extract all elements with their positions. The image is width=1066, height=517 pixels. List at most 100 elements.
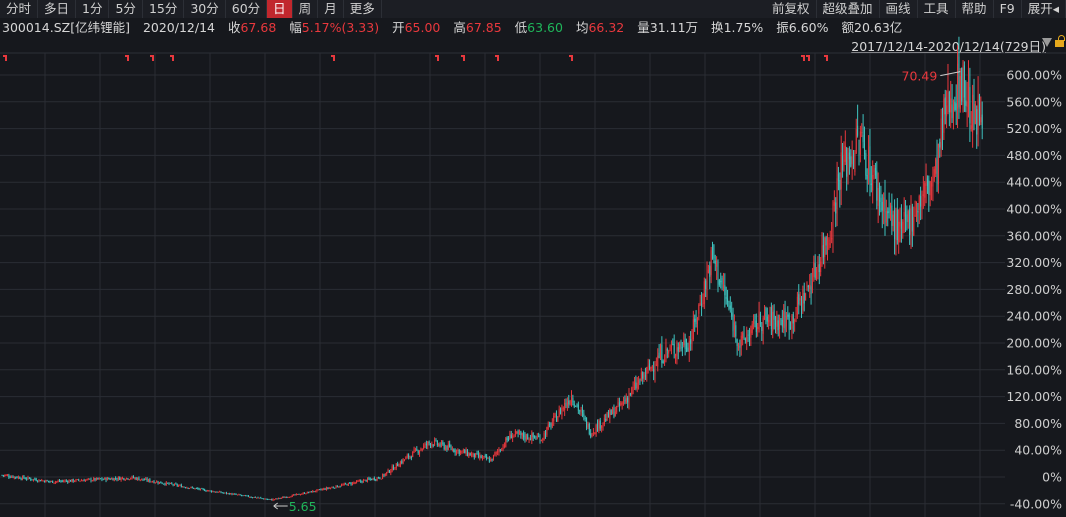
candle-body (320, 489, 322, 491)
candle-body (694, 318, 696, 322)
candle-body (399, 461, 401, 467)
candle-body (323, 488, 325, 490)
candle-body (973, 93, 975, 122)
candle-body (275, 498, 277, 500)
candle-body (881, 201, 883, 211)
candle-body (868, 149, 870, 175)
candle-body (764, 311, 766, 320)
candle-body (120, 477, 122, 481)
event-marker-icon (435, 55, 439, 61)
candle-body (78, 479, 80, 481)
candle-body (476, 453, 478, 455)
candle-body (831, 238, 833, 240)
candle-body (635, 382, 637, 389)
candle-body (187, 487, 189, 489)
candle-body (369, 478, 371, 480)
candle-body (41, 480, 43, 482)
candle-body (20, 478, 22, 480)
candle-body (653, 369, 655, 372)
candle-body (350, 483, 352, 485)
candle-body (575, 405, 577, 407)
candle-body (152, 481, 154, 483)
candle-body (395, 463, 397, 469)
candle-body (215, 491, 217, 493)
candle-body (269, 499, 271, 501)
candle-body (946, 105, 948, 117)
candle-body (230, 493, 232, 495)
candle-body (398, 465, 400, 467)
candle-body (456, 449, 458, 454)
candle-body (733, 322, 735, 330)
candle-body (382, 474, 384, 479)
candle-body (839, 179, 841, 191)
candle-body (805, 293, 807, 301)
candle-body (264, 498, 266, 500)
candle-body (917, 210, 919, 213)
candle-body (966, 101, 968, 107)
candle-body (813, 261, 815, 277)
candle-body (171, 483, 173, 485)
candle-body (339, 486, 341, 488)
candle-body (498, 450, 500, 453)
candle-body (605, 418, 607, 422)
candle-body (620, 402, 622, 406)
candle-body (265, 498, 267, 500)
candle-body (167, 482, 169, 484)
candle-body (380, 478, 382, 480)
candle-body (695, 318, 697, 325)
candle-body (134, 477, 136, 479)
candle-body (258, 497, 260, 499)
candle-body (57, 480, 59, 482)
candle-body (783, 311, 785, 328)
candle-body (130, 478, 132, 480)
candle-body (788, 314, 790, 330)
candle-body (820, 261, 822, 273)
candle-body (193, 487, 195, 489)
candle-body (884, 195, 886, 225)
candle-body (954, 101, 956, 110)
candle-body (137, 477, 139, 480)
candle-body (665, 346, 667, 358)
candle-body (252, 497, 254, 499)
candle-body (283, 496, 285, 498)
candle-body (840, 152, 842, 190)
candle-body (926, 178, 928, 186)
candle-body (491, 458, 493, 461)
candle-body (154, 482, 156, 484)
candle-body (703, 281, 705, 304)
candle-body (565, 402, 567, 406)
candle-body (866, 174, 868, 180)
candle-body (595, 424, 597, 434)
candlestick-chart[interactable]: 600.00% 560.00% 520.00% 480.00% 440.00% 400.0… (0, 0, 1066, 517)
candle-body (879, 185, 881, 202)
candle-body (393, 466, 395, 470)
candle-body (768, 320, 770, 323)
candle-body (28, 477, 30, 479)
candle-body (241, 495, 243, 497)
candle-body (963, 65, 965, 98)
candle-body (618, 402, 620, 407)
candle-body (206, 490, 208, 492)
candle-body (796, 296, 798, 316)
candle-body (762, 317, 764, 334)
candle-body (490, 459, 492, 462)
candle-body (64, 480, 66, 482)
candle-body (754, 315, 756, 320)
candle-body (709, 265, 711, 277)
event-marker-icon (801, 55, 805, 61)
y-tick-label: 80.00% (1014, 416, 1062, 431)
candle-body (629, 393, 631, 395)
candle-body (488, 458, 490, 462)
candle-body (298, 493, 300, 495)
candle-body (287, 496, 289, 498)
candle-body (254, 496, 256, 498)
candle-body (428, 441, 430, 444)
candle-body (442, 442, 444, 444)
candle-body (242, 495, 244, 497)
candle-body (387, 469, 389, 473)
candle-body (257, 497, 259, 499)
candle-body (681, 347, 683, 349)
candle-body (469, 453, 471, 456)
candle-body (857, 125, 859, 136)
candle-body (345, 483, 347, 485)
